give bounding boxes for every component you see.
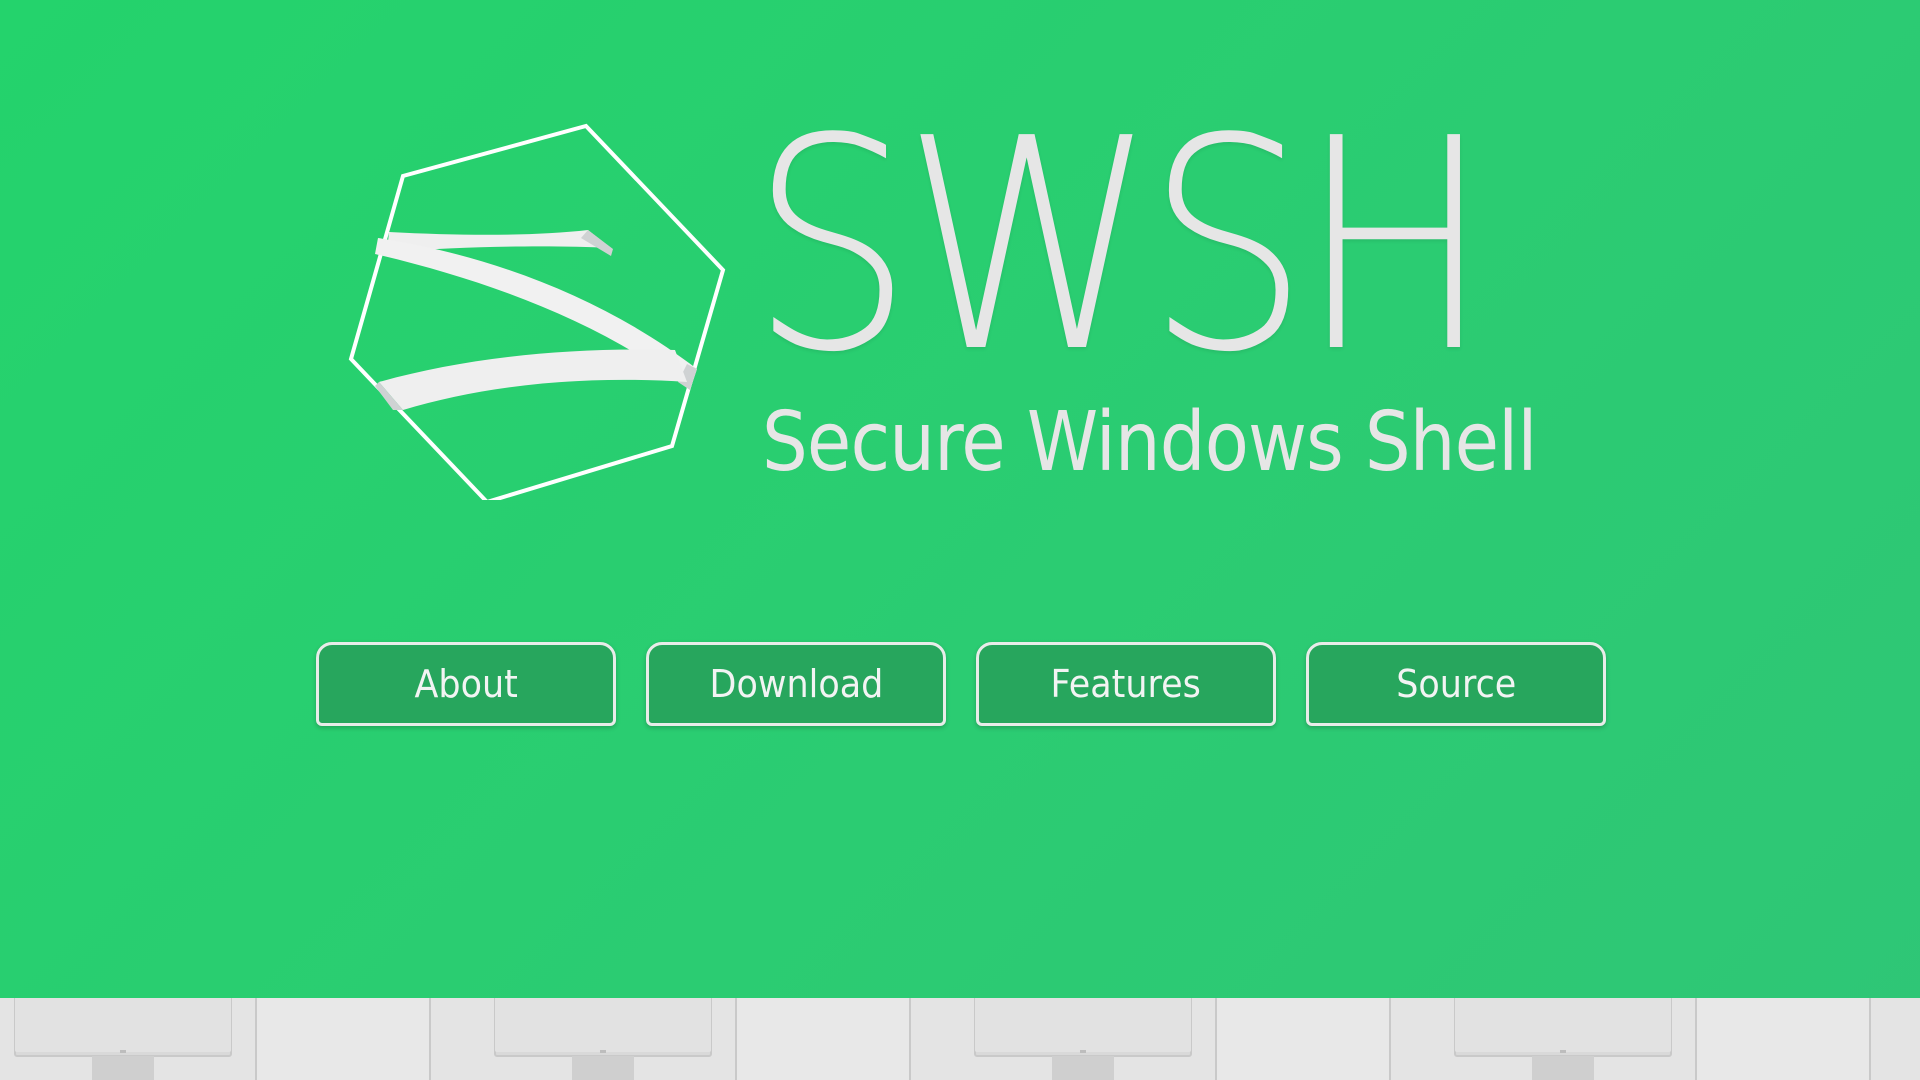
brand-title: SWSH: [750, 76, 1492, 416]
download-button-label: Download: [709, 662, 883, 706]
features-button-label: Features: [1050, 662, 1202, 706]
source-button[interactable]: Source: [1306, 642, 1606, 726]
hero-section: SWSH Secure Windows Shell About Download…: [0, 0, 1920, 998]
monitor-decoration-strip: [0, 998, 1920, 1080]
source-button-label: Source: [1395, 662, 1517, 706]
brand-subtitle: Secure Windows Shell: [762, 395, 1537, 490]
about-button-label: About: [414, 662, 518, 706]
monitor-icon: [0, 998, 1920, 1080]
about-button[interactable]: About: [316, 642, 616, 726]
download-button[interactable]: Download: [646, 642, 946, 726]
features-button[interactable]: Features: [976, 642, 1276, 726]
hexagon-swoosh-logo-icon: [345, 120, 727, 500]
main-nav: About Download Features Source: [316, 642, 1606, 726]
